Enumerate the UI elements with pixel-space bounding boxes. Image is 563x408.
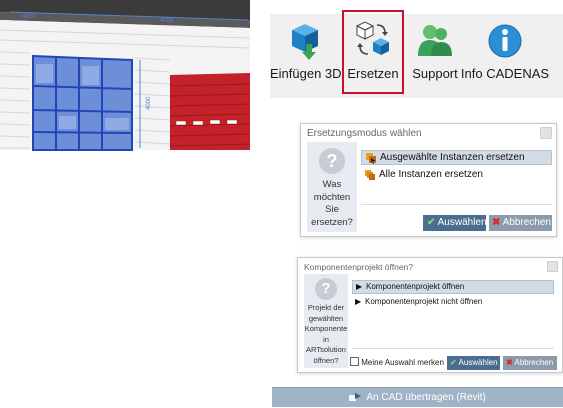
question-icon: ? <box>319 148 345 174</box>
question-text-line: Was <box>322 179 342 190</box>
play-arrow-icon: ▶ <box>356 282 363 291</box>
question-pane: ? Projekt der gewählten Komponente in AR… <box>304 274 348 368</box>
remember-choice-label: Meine Auswahl merken <box>361 358 444 367</box>
cadenas-ribbon-panel: Einfügen 3D Ersetzen Support Info CADENA… <box>270 10 563 98</box>
question-text-line: Sie <box>325 204 339 215</box>
replace-label: Ersetzen <box>347 66 399 81</box>
replace-mode-dialog: Ersetzungsmodus wählen ? Was möchten Sie… <box>300 123 557 237</box>
close-icon[interactable] <box>547 261 558 272</box>
option-label: Komponentenprojekt öffnen <box>366 282 465 291</box>
option-label: Komponentenprojekt nicht öffnen <box>365 297 483 306</box>
divider <box>361 204 552 205</box>
question-text-line: ARTsolution <box>306 345 346 354</box>
building-model-drawing: 4000 4000 4000 <box>0 0 251 151</box>
select-button-label: Auswählen <box>437 217 487 228</box>
select-button[interactable]: ✔ Auswählen <box>423 215 487 231</box>
select-button[interactable]: ✔ Auswählen <box>447 356 500 370</box>
support-label: Support <box>412 66 458 81</box>
select-button-label: Auswählen <box>458 358 498 367</box>
dimension-label-top-right: 4000 <box>160 18 174 24</box>
question-text-line: Komponente <box>304 324 348 333</box>
dimension-label-side: 4000 <box>146 96 152 110</box>
instances-icon <box>366 153 376 164</box>
replace-icon <box>353 20 393 65</box>
option-all-instances[interactable]: Alle Instanzen ersetzen <box>361 168 552 183</box>
check-icon: ✔ <box>427 217 436 228</box>
info-cadenas-button[interactable]: Info CADENAS <box>457 14 553 98</box>
question-icon: ? <box>315 278 337 300</box>
dimension-label-top-left: 4000 <box>22 14 36 20</box>
question-text-line: möchten <box>313 191 351 203</box>
close-icon[interactable] <box>540 127 552 139</box>
check-icon: ✔ <box>450 358 457 367</box>
model-3d-view[interactable]: 4000 4000 4000 <box>0 0 258 170</box>
option-open-project[interactable]: ▶ Komponentenprojekt öffnen <box>352 280 554 294</box>
support-button[interactable]: Support <box>406 14 464 98</box>
dialog-title: Ersetzungsmodus wählen <box>307 128 422 139</box>
transfer-to-cad-label: An CAD übertragen (Revit) <box>366 392 486 403</box>
dialog-title: Komponentenprojekt öffnen? <box>304 262 414 272</box>
remember-choice-checkbox[interactable]: Meine Auswahl merken <box>350 357 444 369</box>
cad-transfer-icon <box>349 390 362 408</box>
question-pane: ? Was möchten Sie ersetzen? <box>307 142 357 232</box>
replace-button[interactable]: Ersetzen <box>342 10 404 94</box>
cancel-button[interactable]: ✖ Abbrechen <box>503 356 557 370</box>
insert-3d-label: Einfügen 3D <box>270 66 342 81</box>
info-icon <box>487 22 523 65</box>
option-label: Ausgewählte Instanzen ersetzen <box>380 152 525 163</box>
option-list: Ausgewählte Instanzen ersetzen Alle Inst… <box>361 150 552 200</box>
cross-icon: ✖ <box>492 217 501 228</box>
info-cadenas-label: Info CADENAS <box>460 66 550 81</box>
checkbox-box[interactable] <box>350 357 359 366</box>
option-do-not-open-project[interactable]: ▶ Komponentenprojekt nicht öffnen <box>352 296 554 310</box>
component-project-dialog: Komponentenprojekt öffnen? ? Projekt der… <box>297 257 563 373</box>
cross-icon: ✖ <box>506 358 513 367</box>
play-arrow-icon: ▶ <box>355 297 362 306</box>
question-text-line: gewählten <box>308 313 344 323</box>
insert-3d-icon <box>288 22 322 67</box>
support-icon <box>417 22 453 65</box>
question-text-line: in <box>323 334 329 344</box>
option-list: ▶ Komponentenprojekt öffnen ▶ Komponente… <box>352 280 554 320</box>
divider <box>352 348 554 349</box>
cancel-button-label: Abbrechen <box>514 358 554 367</box>
cancel-button-label: Abbrechen <box>502 217 551 228</box>
instances-icon <box>365 170 375 180</box>
transfer-to-cad-button[interactable]: An CAD übertragen (Revit) <box>272 387 563 407</box>
question-text-line: ersetzen? <box>311 216 353 228</box>
question-text-line: Projekt der <box>307 303 345 312</box>
option-label: Alle Instanzen ersetzen <box>379 169 483 180</box>
cancel-button[interactable]: ✖ Abbrechen <box>489 215 552 231</box>
question-text-line: öffnen? <box>313 355 339 365</box>
insert-3d-button[interactable]: Einfügen 3D <box>270 14 342 98</box>
option-selected-instances[interactable]: Ausgewählte Instanzen ersetzen <box>361 150 552 165</box>
